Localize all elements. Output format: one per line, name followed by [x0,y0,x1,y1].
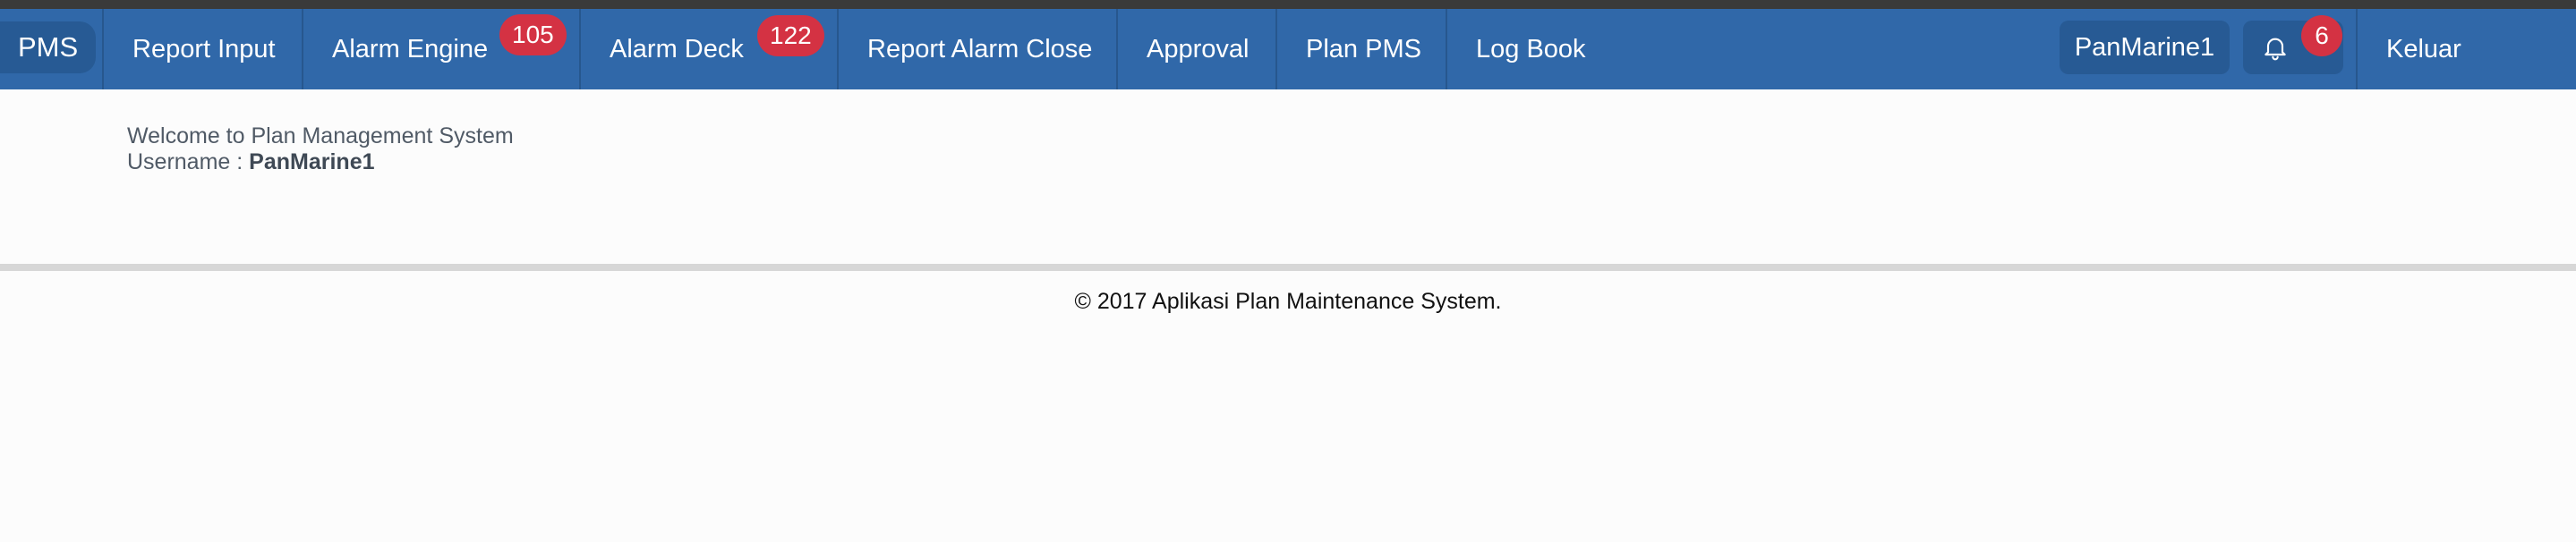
nav-report-input[interactable]: Report Input [104,9,276,89]
nav-plan-pms-label: Plan PMS [1306,35,1421,64]
nav-approval[interactable]: Approval [1118,9,1249,89]
nav-alarm-deck-label: Alarm Deck [610,35,744,64]
nav-alarm-engine-label: Alarm Engine [332,35,489,64]
user-menu-button[interactable]: PanMarine1 [2060,21,2230,74]
username-line: Username : PanMarine1 [127,149,514,175]
logout-label: Keluar [2386,35,2461,64]
nav-report-input-label: Report Input [132,35,276,64]
nav-report-alarm-close-label: Report Alarm Close [867,35,1093,64]
alarm-deck-count-badge: 122 [757,15,824,56]
alarm-engine-count-badge: 105 [499,14,567,55]
footer-divider [0,264,2576,271]
welcome-panel: Welcome to Plan Management System Userna… [127,123,514,175]
nav-plan-pms[interactable]: Plan PMS [1277,9,1421,89]
nav-approval-label: Approval [1147,35,1250,64]
nav-alarm-deck[interactable]: Alarm Deck [581,9,744,89]
window-top-strip [0,0,2576,9]
footer-copyright: © 2017 Aplikasi Plan Maintenance System. [1074,289,1502,314]
nav-report-alarm-close[interactable]: Report Alarm Close [839,9,1092,89]
nav-log-book-label: Log Book [1476,35,1586,64]
nav-alarm-engine[interactable]: Alarm Engine [303,9,488,89]
welcome-message: Welcome to Plan Management System [127,123,514,148]
bell-icon [2265,38,2286,61]
top-navbar: PMS Report Input Alarm Engine 105 Alarm … [0,9,2576,89]
notifications-count-badge: 6 [2301,15,2342,56]
username-value: PanMarine1 [249,149,375,174]
nav-log-book[interactable]: Log Book [1447,9,1586,89]
username-label: Username : [127,149,250,174]
logout-button[interactable]: Keluar [2358,9,2461,89]
brand-pms[interactable]: PMS [0,21,97,73]
